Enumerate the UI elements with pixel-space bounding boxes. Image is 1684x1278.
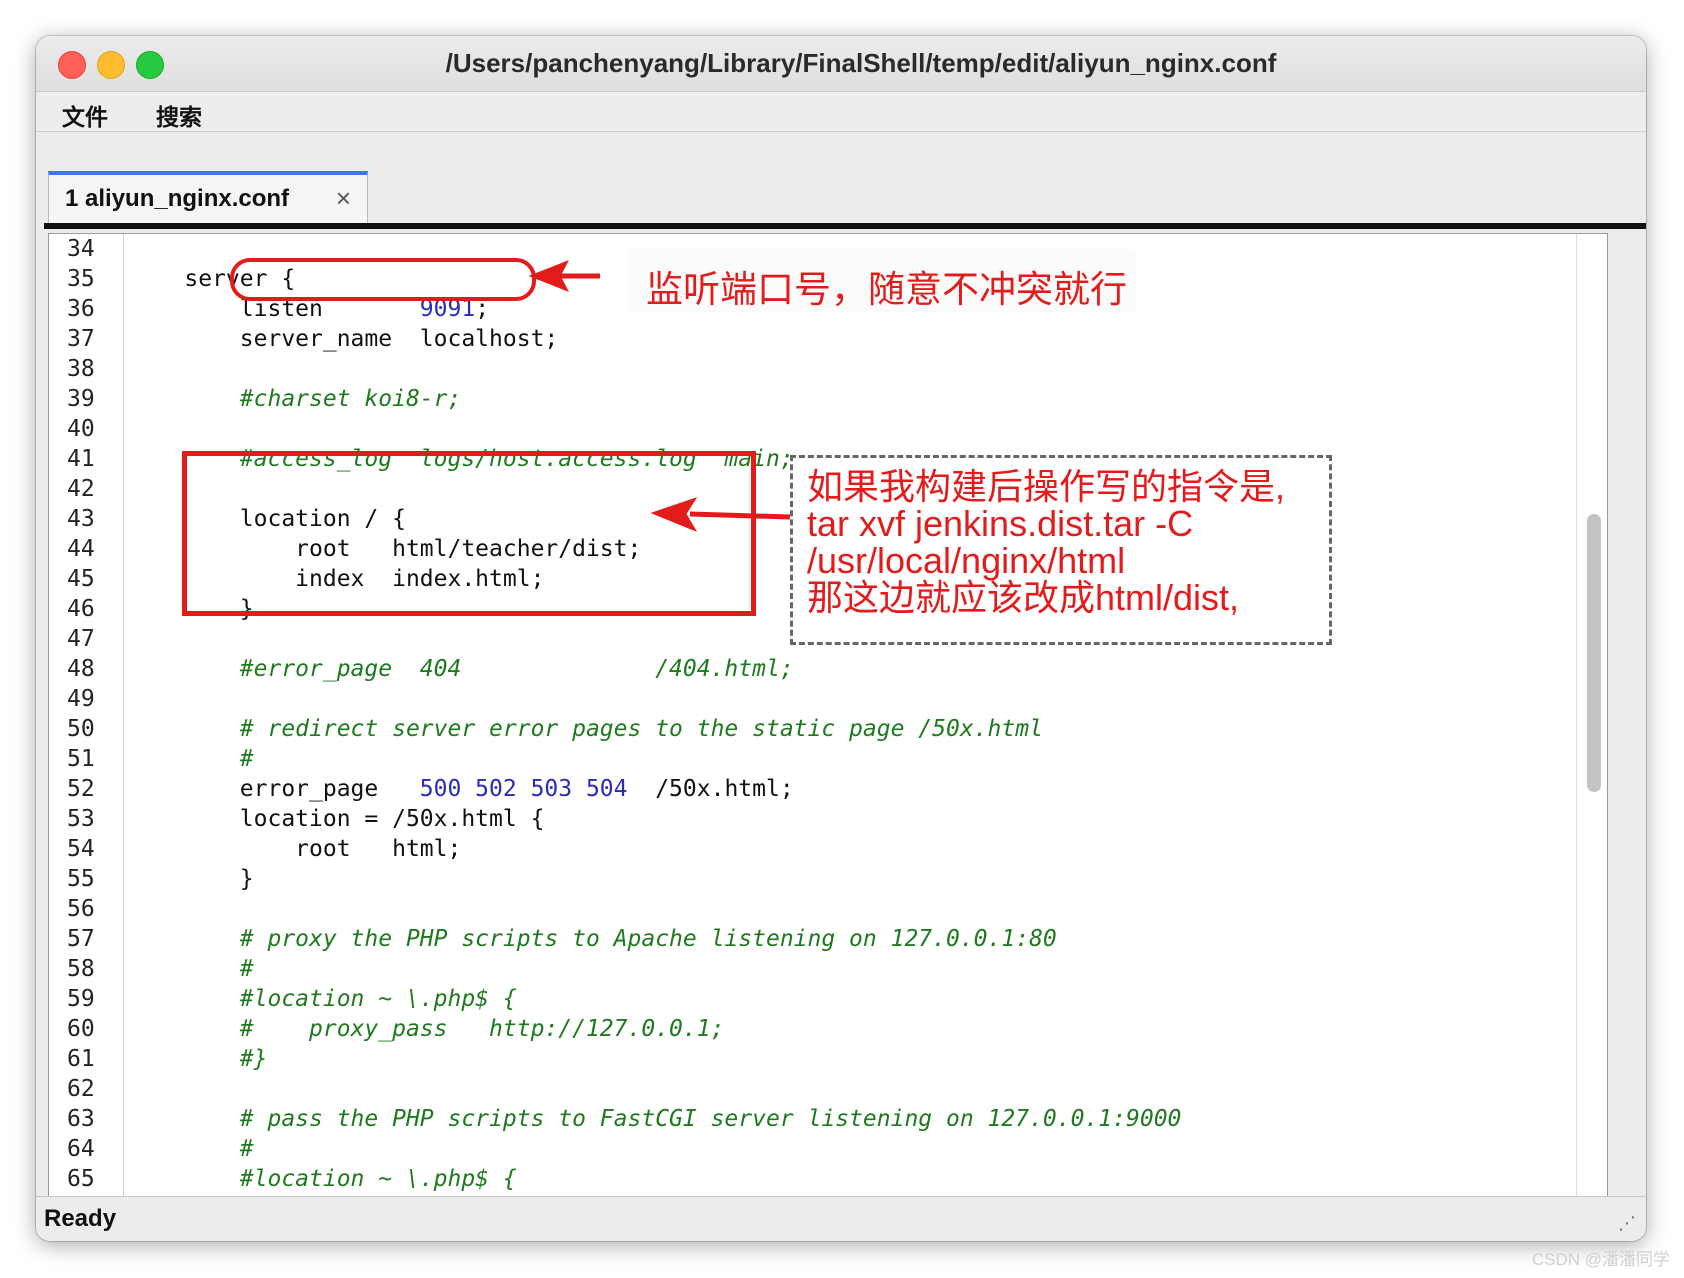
line-number: 38 bbox=[67, 356, 95, 382]
line-number: 36 bbox=[67, 296, 95, 322]
line-number: 60 bbox=[67, 1016, 95, 1042]
code-line[interactable]: } bbox=[129, 864, 254, 894]
code-comment: #location ~ \.php$ { bbox=[129, 1166, 517, 1192]
code-line[interactable]: # bbox=[129, 1134, 254, 1164]
code-comment: # bbox=[129, 956, 254, 982]
line-number: 61 bbox=[67, 1046, 95, 1072]
code-line[interactable]: location = /50x.html { bbox=[129, 804, 545, 834]
vertical-scrollbar[interactable] bbox=[1576, 234, 1607, 1228]
line-number: 50 bbox=[67, 716, 95, 742]
port-note-callout: 监听端口号，随意不冲突就行 bbox=[628, 249, 1136, 313]
code-text: /50x.html; bbox=[627, 776, 794, 802]
line-number: 59 bbox=[67, 986, 95, 1012]
code-number: 500 502 503 504 bbox=[419, 776, 628, 802]
watermark: CSDN @潘潘同学 bbox=[1531, 1250, 1670, 1269]
tab-divider bbox=[44, 223, 1646, 229]
tab-strip: 1 aliyun_nginx.conf × bbox=[36, 132, 1646, 229]
title-bar[interactable]: /Users/panchenyang/Library/FinalShell/te… bbox=[36, 36, 1646, 92]
line-number: 45 bbox=[67, 566, 95, 592]
code-text: root html; bbox=[129, 836, 462, 862]
code-line[interactable]: #charset koi8-r; bbox=[129, 384, 462, 414]
line-number: 52 bbox=[67, 776, 95, 802]
line-number: 43 bbox=[67, 506, 95, 532]
code-line[interactable]: error_page 500 502 503 504 /50x.html; bbox=[129, 774, 794, 804]
status-text: Ready bbox=[44, 1205, 117, 1232]
line-number: 58 bbox=[67, 956, 95, 982]
line-number: 57 bbox=[67, 926, 95, 952]
line-number: 34 bbox=[67, 236, 95, 262]
path-note-line: tar xvf jenkins.dist.tar -C bbox=[807, 503, 1194, 544]
code-line[interactable]: server_name localhost; bbox=[129, 324, 559, 354]
code-line[interactable]: root html; bbox=[129, 834, 461, 864]
code-comment: #charset koi8-r; bbox=[129, 386, 462, 412]
code-line[interactable]: # bbox=[129, 744, 254, 774]
line-number: 35 bbox=[67, 266, 95, 292]
menu-bar: 文件 搜索 bbox=[36, 92, 1646, 132]
code-line[interactable]: # bbox=[129, 954, 254, 984]
code-comment: # bbox=[129, 746, 254, 772]
path-note-line: 那这边就应该改成html/dist, bbox=[807, 577, 1240, 618]
line-number: 46 bbox=[67, 596, 95, 622]
code-line[interactable]: # redirect server error pages to the sta… bbox=[129, 714, 1043, 744]
line-number: 55 bbox=[67, 866, 95, 892]
line-number: 47 bbox=[67, 626, 95, 652]
tab-aliyun-nginx-conf[interactable]: 1 aliyun_nginx.conf × bbox=[48, 171, 368, 227]
line-number: 44 bbox=[67, 536, 95, 562]
line-number: 39 bbox=[67, 386, 95, 412]
code-line[interactable]: #location ~ \.php$ { bbox=[129, 984, 517, 1014]
code-line[interactable]: # proxy_pass http://127.0.0.1; bbox=[129, 1014, 725, 1044]
code-line[interactable]: # proxy the PHP scripts to Apache listen… bbox=[129, 924, 1057, 954]
line-number: 42 bbox=[67, 476, 95, 502]
location-highlight-box bbox=[182, 451, 756, 616]
line-number: 41 bbox=[67, 446, 95, 472]
line-number: 64 bbox=[67, 1136, 95, 1162]
code-text: } bbox=[129, 866, 254, 892]
code-line[interactable]: #location ~ \.php$ { bbox=[129, 1164, 517, 1194]
line-number: 65 bbox=[67, 1166, 95, 1192]
window-title: /Users/panchenyang/Library/FinalShell/te… bbox=[445, 48, 1277, 78]
code-comment: #error_page 404 /404.html; bbox=[129, 656, 794, 682]
tab-label: 1 aliyun_nginx.conf bbox=[65, 185, 290, 212]
scroll-thumb[interactable] bbox=[1587, 514, 1601, 792]
line-number: 48 bbox=[67, 656, 95, 682]
code-comment: # redirect server error pages to the sta… bbox=[129, 716, 1043, 742]
line-number: 54 bbox=[67, 836, 95, 862]
code-text: server_name localhost; bbox=[129, 326, 559, 352]
line-number: 62 bbox=[67, 1076, 95, 1102]
path-note-line: /usr/local/nginx/html bbox=[807, 540, 1126, 581]
line-number: 53 bbox=[67, 806, 95, 832]
code-comment: #} bbox=[129, 1046, 268, 1072]
code-comment: #location ~ \.php$ { bbox=[129, 986, 517, 1012]
line-number: 40 bbox=[67, 416, 95, 442]
line-number: 63 bbox=[67, 1106, 95, 1132]
code-comment: # pass the PHP scripts to FastCGI server… bbox=[129, 1106, 1182, 1132]
code-comment: # proxy the PHP scripts to Apache listen… bbox=[129, 926, 1057, 952]
menu-search[interactable]: 搜索 bbox=[156, 98, 202, 132]
tab-close-icon[interactable]: × bbox=[336, 183, 351, 214]
code-line[interactable]: #error_page 404 /404.html; bbox=[129, 654, 794, 684]
code-text: error_page bbox=[129, 776, 420, 802]
line-number: 51 bbox=[67, 746, 95, 772]
line-number-gutter: 34 35 36 37 38 39 40 41 42 43 44 45 46 47 48 49 50 51 52 53… bbox=[49, 234, 124, 1228]
code-text: location = /50x.html { bbox=[129, 806, 545, 832]
code-comment: # bbox=[129, 1136, 254, 1162]
port-note-text: 监听端口号，随意不冲突就行 bbox=[646, 269, 1127, 310]
line-number: 37 bbox=[67, 326, 95, 352]
listen-highlight-ellipse bbox=[230, 258, 536, 301]
menu-file[interactable]: 文件 bbox=[62, 98, 108, 132]
code-comment: # proxy_pass http://127.0.0.1; bbox=[129, 1016, 725, 1042]
path-note-callout: 如果我构建后操作写的指令是, tar xvf jenkins.dist.tar … bbox=[790, 455, 1332, 645]
path-note-line: 如果我构建后操作写的指令是, bbox=[807, 466, 1286, 507]
code-editor[interactable]: 34 35 36 37 38 39 40 41 42 43 44 45 46 47 48 49 50 51 52 53… bbox=[48, 233, 1608, 1229]
code-line[interactable]: # pass the PHP scripts to FastCGI server… bbox=[129, 1104, 1182, 1134]
line-number: 49 bbox=[67, 686, 95, 712]
code-line[interactable]: #} bbox=[129, 1044, 268, 1074]
line-number: 56 bbox=[67, 896, 95, 922]
status-bar: Ready ⋰ bbox=[36, 1196, 1646, 1241]
resize-grip-icon[interactable]: ⋰ bbox=[1618, 1213, 1636, 1234]
